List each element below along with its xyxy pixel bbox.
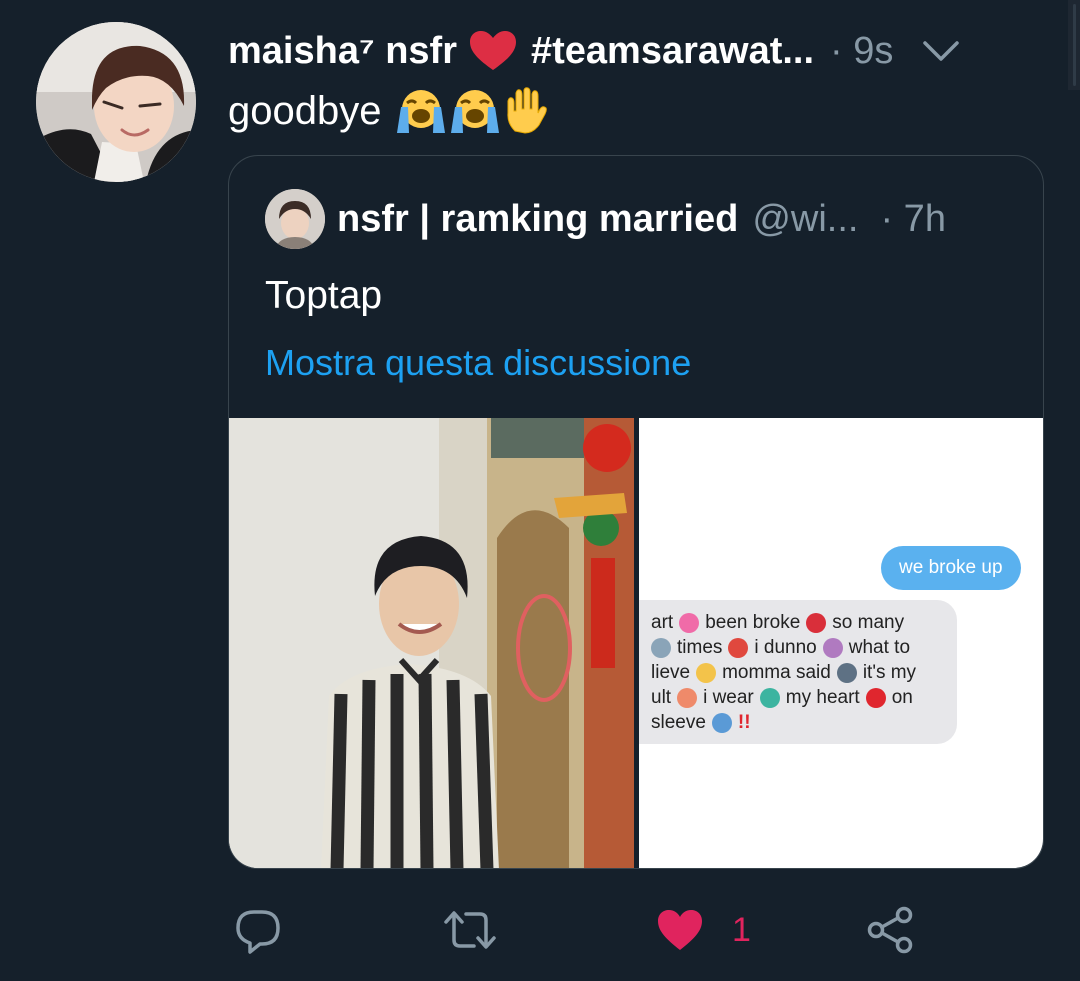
share-icon xyxy=(867,906,913,954)
chat-line: sleeve !! xyxy=(651,712,751,733)
dress-icon xyxy=(759,688,780,708)
loudly-crying-face-icon xyxy=(397,90,446,133)
shirt-icon xyxy=(711,713,732,733)
tweet-header: maisha⁷ nsfr #teamsarawat... · 9s xyxy=(228,26,1048,76)
quoted-avatar[interactable] xyxy=(265,189,325,249)
red-heart-icon xyxy=(865,688,886,708)
scrollbar[interactable] xyxy=(1068,0,1080,90)
like-count: 1 xyxy=(732,910,751,949)
chat-received-bubble: art been broke so many times i dunno wha… xyxy=(639,600,957,744)
tweet-screen: maisha⁷ nsfr #teamsarawat... · 9s goodby… xyxy=(0,0,1080,981)
chat-line: art been broke so many xyxy=(651,612,905,633)
heart-icon xyxy=(469,30,517,72)
media-photo-left[interactable] xyxy=(229,418,634,868)
avatar[interactable] xyxy=(36,22,196,182)
retweet-icon xyxy=(444,911,496,949)
quoted-timestamp[interactable]: · 7h xyxy=(880,198,945,241)
chevron-down-icon[interactable] xyxy=(921,37,961,65)
reply-icon xyxy=(236,910,280,954)
avatar-photo xyxy=(36,22,196,182)
like-button[interactable]: 1 xyxy=(656,902,751,958)
chat-line: times i dunno what to xyxy=(651,637,910,659)
broken-heart-icon xyxy=(806,613,827,633)
emoji-icon xyxy=(651,638,671,658)
loudly-crying-face-icon xyxy=(451,90,500,133)
chat-line: lieve momma said it's my xyxy=(651,662,917,683)
quoted-tweet-header: nsfr | ramking married @wi... · 7h xyxy=(265,188,1025,250)
quoted-tweet-body: Toptap xyxy=(265,274,383,317)
share-button[interactable] xyxy=(866,902,916,958)
photo-person-striped-shirt xyxy=(229,418,634,868)
quoted-avatar-photo xyxy=(265,189,325,249)
tweet-text: goodbye xyxy=(228,84,549,138)
clown-face-icon xyxy=(677,688,698,708)
quoted-tweet-card[interactable]: nsfr | ramking married @wi... · 7h Topta… xyxy=(228,155,1044,869)
show-thread-link[interactable]: Mostra questa discussione xyxy=(265,342,691,384)
like-icon xyxy=(658,910,702,950)
quoted-author-handle[interactable]: @wi... xyxy=(752,198,858,241)
emoji-group xyxy=(395,87,549,135)
quoted-media[interactable]: we broke up art been broke so many times… xyxy=(229,418,1043,868)
alarm-clock-icon xyxy=(728,638,749,658)
tweet-action-bar: 1 xyxy=(228,902,988,958)
chat-sent-bubble: we broke up xyxy=(881,546,1021,590)
tweet-body: goodbye xyxy=(228,88,382,133)
author-display-name[interactable]: maisha⁷ nsfr xyxy=(228,30,457,73)
media-photo-right[interactable]: we broke up art been broke so many times… xyxy=(639,418,1043,868)
reply-button[interactable] xyxy=(234,902,282,958)
quoted-author-name[interactable]: nsfr | ramking married xyxy=(337,198,738,241)
person-shrugging-icon xyxy=(822,638,843,658)
tweet-timestamp[interactable]: · 9s xyxy=(830,30,893,73)
chat-line: ult i wear my heart on xyxy=(651,687,913,708)
raised-hand-icon xyxy=(507,87,548,134)
weary-cat-icon xyxy=(696,663,717,683)
sparkling-heart-icon xyxy=(679,613,700,633)
speaking-head-icon xyxy=(836,663,857,683)
author-name-hashtag: #teamsarawat... xyxy=(530,29,815,72)
retweet-button[interactable] xyxy=(442,902,498,958)
